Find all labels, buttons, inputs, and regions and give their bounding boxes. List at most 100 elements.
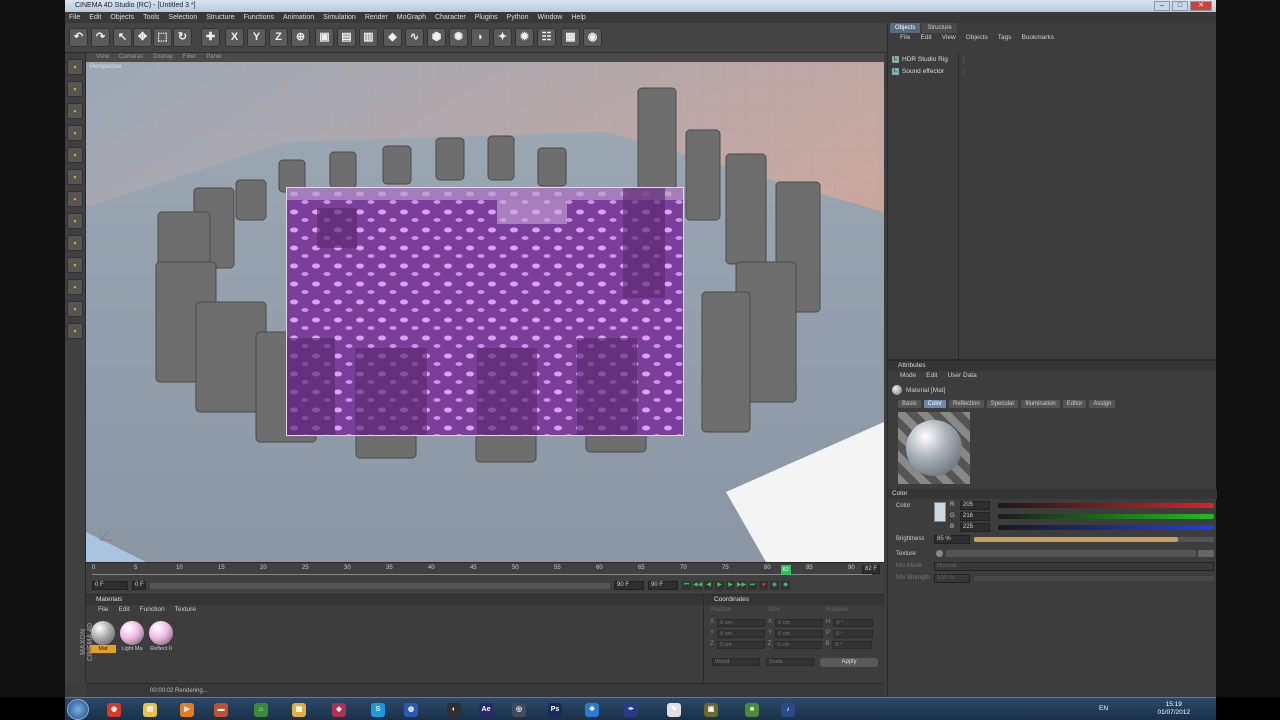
timeline-ruler[interactable]: 0 5 10 15 20 25 30 35 40 45 50 55 60 65 70 75 80 85 90 82 82… bbox=[92, 565, 880, 575]
attr-tab-editor[interactable]: Editor bbox=[1062, 400, 1087, 408]
deformer-icon[interactable]: ◗ bbox=[471, 28, 490, 47]
ink-taskbar-button[interactable]: ✒ bbox=[620, 700, 642, 719]
material-swatch[interactable]: Reflect II bbox=[148, 621, 174, 653]
viewport-menu-filter[interactable]: Filter bbox=[183, 53, 196, 62]
light-icon[interactable]: ✹ bbox=[515, 28, 534, 47]
start-frame-field[interactable]: 0 F bbox=[92, 581, 128, 590]
last-frame-icon[interactable]: ⏭ bbox=[748, 581, 757, 590]
texture-button[interactable] bbox=[1198, 550, 1214, 557]
render-view-icon[interactable]: ▣ bbox=[315, 28, 334, 47]
itunes-taskbar-button[interactable]: ♪ bbox=[777, 700, 799, 719]
autokey-icon[interactable]: ◉ bbox=[770, 581, 779, 590]
min-frame-field[interactable]: 0 F bbox=[132, 581, 146, 590]
tweak-mode-icon[interactable]: ▪ bbox=[67, 257, 83, 273]
attr-tab-assign[interactable]: Assign bbox=[1089, 400, 1116, 408]
x-axis-icon[interactable]: X bbox=[225, 28, 244, 47]
model-mode-icon[interactable]: ▪ bbox=[67, 81, 83, 97]
menu-plugins[interactable]: Plugins bbox=[475, 12, 498, 23]
object-row[interactable]: L HDR Studio Rig ⋮ bbox=[892, 56, 967, 64]
axis-mode-icon[interactable]: ▪ bbox=[67, 235, 83, 251]
attr-tab-illumination[interactable]: Illumination bbox=[1021, 400, 1060, 408]
photoshop-taskbar-button[interactable]: Ps bbox=[544, 700, 566, 719]
materials-menu-file[interactable]: File bbox=[98, 605, 108, 615]
objects-menu-tags[interactable]: Tags bbox=[998, 33, 1012, 43]
menu-functions[interactable]: Functions bbox=[244, 12, 274, 23]
attr-tab-basic[interactable]: Basic bbox=[898, 400, 921, 408]
camera-icon[interactable]: ☷ bbox=[537, 28, 556, 47]
end-frame-badge[interactable]: 82 F bbox=[862, 565, 880, 574]
render-settings-icon[interactable]: ▥ bbox=[359, 28, 378, 47]
z-axis-icon[interactable]: Z bbox=[269, 28, 288, 47]
steam-taskbar-button[interactable]: ◎ bbox=[508, 700, 530, 719]
viewport-menu-display[interactable]: Display bbox=[153, 53, 173, 62]
sculpt-icon[interactable]: ▪ bbox=[67, 323, 83, 339]
range-slider[interactable] bbox=[150, 582, 610, 589]
size-field[interactable]: 0 cm bbox=[775, 619, 824, 627]
attributes-menu-mode[interactable]: Mode bbox=[900, 371, 916, 381]
objects-menu-file[interactable]: File bbox=[900, 33, 910, 43]
make-editable-icon[interactable]: ▪ bbox=[67, 59, 83, 75]
menu-help[interactable]: Help bbox=[571, 12, 585, 23]
attr-tab-color[interactable]: Color bbox=[923, 400, 947, 408]
object-mode-icon[interactable]: ▪ bbox=[67, 103, 83, 119]
skype-taskbar-button[interactable]: S bbox=[367, 700, 389, 719]
add-icon[interactable]: ✚ bbox=[201, 28, 220, 47]
game-taskbar-button[interactable]: ▣ bbox=[700, 700, 722, 719]
keyframe-icon[interactable]: ◆ bbox=[781, 581, 790, 590]
objects-menu-bookmarks[interactable]: Bookmarks bbox=[1021, 33, 1054, 43]
texture-menu-icon[interactable] bbox=[936, 550, 943, 557]
objects-menu-objects[interactable]: Objects bbox=[966, 33, 988, 43]
apply-button[interactable]: Apply bbox=[820, 658, 878, 667]
position-field[interactable]: 0 cm bbox=[716, 641, 765, 649]
start-button[interactable] bbox=[67, 699, 89, 720]
document-taskbar-button[interactable]: ✎ bbox=[663, 700, 685, 719]
timeline[interactable]: 0 5 10 15 20 25 30 35 40 45 50 55 60 65 70 75 80 85 90 82 82… bbox=[86, 562, 884, 594]
mix-strength-slider[interactable] bbox=[974, 576, 1214, 581]
brightness-field[interactable]: 85 % bbox=[934, 535, 970, 544]
mix-strength-field[interactable]: 100 % bbox=[934, 574, 970, 583]
materials-menu-texture[interactable]: Texture bbox=[175, 605, 196, 615]
rotation-field[interactable]: 0 ° bbox=[833, 619, 874, 627]
first-frame-icon[interactable]: ⏮ bbox=[682, 581, 691, 590]
scale-icon[interactable]: ⬚ bbox=[153, 28, 172, 47]
size-field[interactable]: 0 cm bbox=[775, 630, 824, 638]
menu-edit[interactable]: Edit bbox=[89, 12, 101, 23]
after-effects-taskbar-button[interactable]: Ae bbox=[475, 700, 497, 719]
media-player-taskbar-button[interactable]: ▶ bbox=[176, 700, 198, 719]
menu-window[interactable]: Window bbox=[537, 12, 562, 23]
visibility-dots-icon[interactable]: ⋮ bbox=[960, 68, 967, 76]
points-mode-icon[interactable]: ▪ bbox=[67, 169, 83, 185]
next-frame-icon[interactable]: ▶ bbox=[726, 581, 735, 590]
g-field[interactable]: 216 bbox=[960, 512, 990, 521]
menu-python[interactable]: Python bbox=[507, 12, 529, 23]
menu-simulation[interactable]: Simulation bbox=[323, 12, 356, 23]
y-axis-icon[interactable]: Y bbox=[247, 28, 266, 47]
menu-objects[interactable]: Objects bbox=[110, 12, 134, 23]
objects-menu-view[interactable]: View bbox=[942, 33, 956, 43]
range-end-field[interactable]: 90 F bbox=[614, 581, 644, 590]
cinema4d-taskbar-button[interactable]: ◐ bbox=[443, 700, 465, 719]
close-button[interactable]: ✕ bbox=[1190, 1, 1212, 11]
spline-icon[interactable]: ∿ bbox=[405, 28, 424, 47]
nurbs-icon[interactable]: ⬢ bbox=[427, 28, 446, 47]
prev-key-icon[interactable]: ◀◀ bbox=[693, 581, 702, 590]
materials-menu-edit[interactable]: Edit bbox=[118, 605, 129, 615]
scale-select[interactable]: Scale bbox=[766, 658, 814, 666]
array-icon[interactable]: ✺ bbox=[449, 28, 468, 47]
attributes-menu-edit[interactable]: Edit bbox=[926, 371, 937, 381]
system-clock[interactable]: 15:19 01/07/2012 bbox=[1157, 701, 1190, 717]
paint-taskbar-button[interactable]: ◆ bbox=[328, 700, 350, 719]
language-indicator[interactable]: EN bbox=[1099, 705, 1108, 712]
menu-character[interactable]: Character bbox=[435, 12, 466, 23]
viewport-menu-panel[interactable]: Panel bbox=[206, 53, 221, 62]
next-key-icon[interactable]: ▶▶ bbox=[737, 581, 746, 590]
rotate-icon[interactable]: ↻ bbox=[173, 28, 192, 47]
menu-tools[interactable]: Tools bbox=[143, 12, 159, 23]
dropbox-taskbar-button[interactable]: ❖ bbox=[581, 700, 603, 719]
r-slider[interactable] bbox=[998, 503, 1214, 508]
menu-animation[interactable]: Animation bbox=[283, 12, 314, 23]
network-taskbar-button[interactable]: ⌂ bbox=[250, 700, 272, 719]
edges-mode-icon[interactable]: ▪ bbox=[67, 191, 83, 207]
record-icon[interactable]: ● bbox=[759, 581, 768, 590]
perspective-viewport[interactable]: Perspective bbox=[86, 62, 884, 562]
